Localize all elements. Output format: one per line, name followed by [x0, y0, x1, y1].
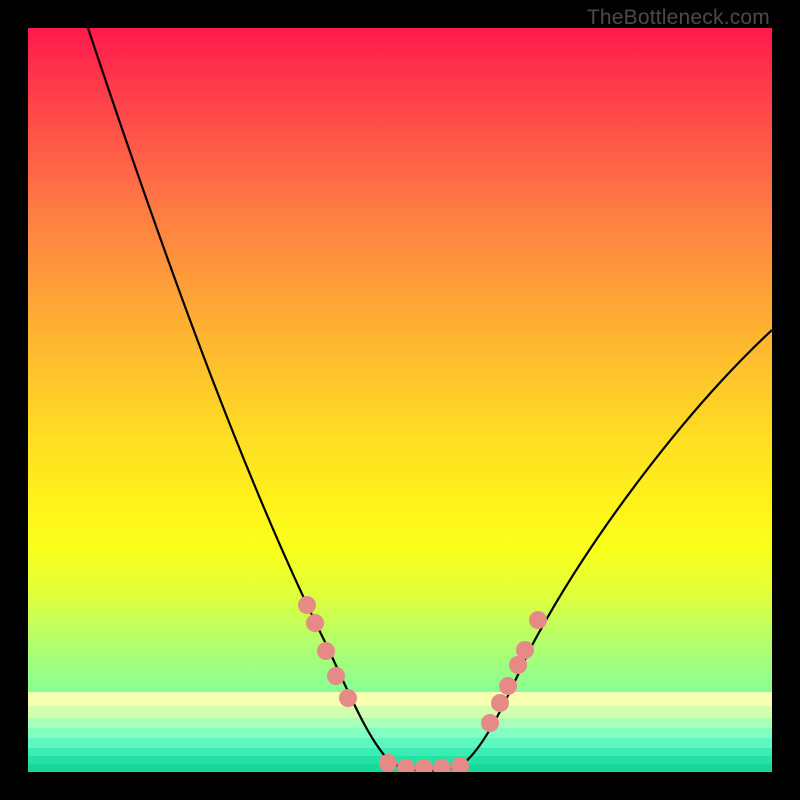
data-point-marker: [298, 596, 316, 614]
data-point-marker: [415, 759, 433, 772]
data-point-marker: [327, 667, 345, 685]
data-point-marker: [491, 694, 509, 712]
curve-path: [88, 28, 772, 771]
data-point-marker: [306, 614, 324, 632]
chart-frame: TheBottleneck.com: [0, 0, 800, 800]
data-point-marker: [397, 759, 415, 772]
data-point-marker: [529, 611, 547, 629]
watermark-text: TheBottleneck.com: [587, 6, 770, 30]
data-point-marker: [451, 757, 469, 772]
bottleneck-curve-svg: [28, 28, 772, 772]
data-point-marker: [339, 689, 357, 707]
data-point-marker: [499, 677, 517, 695]
data-point-marker: [481, 714, 499, 732]
data-point-marker: [516, 641, 534, 659]
plot-area: [28, 28, 772, 772]
marker-group: [298, 596, 547, 772]
data-point-marker: [433, 759, 451, 772]
data-point-marker: [379, 754, 397, 772]
data-point-marker: [317, 642, 335, 660]
